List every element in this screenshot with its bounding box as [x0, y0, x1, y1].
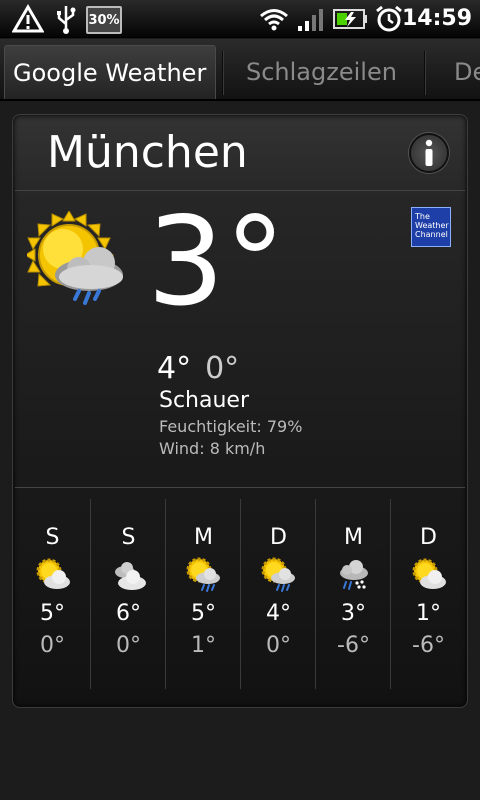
alarm-icon [374, 0, 404, 38]
today-low: 0° [205, 351, 240, 386]
weather-widget[interactable]: München 3° The Weather Channel 4° 0° Sch… [12, 114, 468, 708]
tab-schlagzeilen[interactable]: Schlagzeilen [238, 45, 405, 99]
partly-sunny-icon [411, 557, 447, 593]
tab-de[interactable]: De [446, 45, 480, 99]
today-high-low: 4° 0° [157, 351, 239, 386]
tab-google-weather[interactable]: Google Weather [4, 45, 216, 99]
forecast-low: 0° [266, 633, 291, 658]
battery-charging-icon [332, 0, 370, 38]
today-high: 4° [157, 351, 192, 386]
signal-icon [296, 0, 326, 38]
usb-icon [52, 0, 80, 38]
forecast-low: 0° [116, 633, 141, 658]
status-bar: 30% 14:59 [0, 0, 480, 38]
forecast-day: M 5° 1° [166, 499, 241, 689]
tab-divider [424, 51, 426, 95]
forecast-low: -6° [337, 633, 370, 658]
forecast-day: M 3° -6° [316, 499, 391, 689]
forecast-high: 3° [341, 601, 366, 626]
battery-percent-badge: 30% [86, 6, 122, 34]
forecast-day-label: D [420, 525, 437, 550]
forecast-day-label: M [344, 525, 363, 550]
forecast-low: 0° [40, 633, 65, 658]
forecast-high: 5° [191, 601, 216, 626]
wifi-icon [258, 0, 290, 38]
cloudy-icon [111, 557, 147, 593]
forecast-row: S 5° 0° S 6° 0° M 5° 1° D 4° 0° M 3° -6°… [13, 499, 467, 689]
forecast-day-label: M [194, 525, 213, 550]
logo-text-line: Channel [415, 230, 448, 239]
tab-bar: Google Weather Schlagzeilen De [0, 39, 480, 101]
humidity-text: Feuchtigkeit: 79% [159, 417, 303, 436]
forecast-day-label: D [270, 525, 287, 550]
logo-text-line: The [415, 212, 430, 221]
forecast-day: D 1° -6° [391, 499, 466, 689]
current-temperature: 3° [147, 191, 286, 333]
forecast-day: S 6° 0° [91, 499, 166, 689]
forecast-high: 6° [116, 601, 141, 626]
forecast-day: D 4° 0° [241, 499, 316, 689]
forecast-day-label: S [121, 525, 136, 550]
tab-divider [222, 51, 224, 95]
logo-text-line: Weather [415, 221, 449, 230]
sun-cloud-rain-icon [24, 210, 131, 315]
wind-text: Wind: 8 km/h [159, 439, 266, 458]
condition-text: Schauer [159, 388, 250, 413]
forecast-day: S 5° 0° [15, 499, 90, 689]
forecast-high: 4° [266, 601, 291, 626]
forecast-low: -6° [412, 633, 445, 658]
forecast-day-label: S [45, 525, 60, 550]
forecast-low: 1° [191, 633, 216, 658]
card-header: München [15, 115, 465, 191]
forecast-high: 1° [416, 601, 441, 626]
sun-cloud-rain-icon [186, 557, 222, 593]
weather-channel-logo[interactable]: The Weather Channel [411, 207, 451, 247]
info-button[interactable] [409, 133, 449, 173]
clock-time: 14:59 [401, 6, 472, 31]
city-name: München [47, 127, 248, 178]
warning-icon [10, 0, 46, 38]
sun-cloud-rain-icon [261, 557, 297, 593]
section-divider [15, 487, 465, 488]
partly-sunny-icon [35, 557, 71, 593]
forecast-high: 5° [40, 601, 65, 626]
info-icon [425, 139, 433, 166]
cloud-snow-rain-icon [336, 557, 372, 593]
